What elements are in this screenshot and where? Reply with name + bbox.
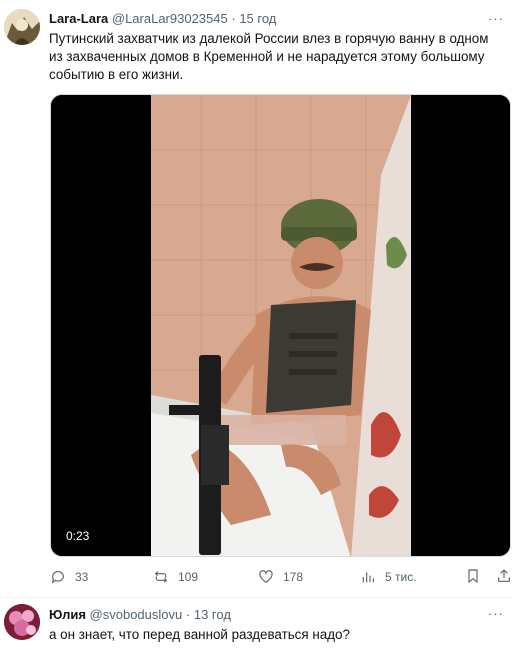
reply-button[interactable]: 33: [50, 566, 88, 588]
video-player[interactable]: 0:23: [50, 94, 511, 557]
reply-author-avatar[interactable]: [4, 604, 40, 640]
reply-header: Юлия @svoboduslovu · 13 год: [49, 607, 231, 623]
views-count: 5 тис.: [385, 570, 417, 584]
views-button[interactable]: 5 тис.: [360, 566, 417, 588]
bookmark-button[interactable]: [465, 568, 481, 587]
video-duration: 0:23: [63, 528, 93, 544]
reply-count: 33: [75, 570, 89, 584]
tweet-header: Lara-Lara @LaraLar93023545 · 15 год: [49, 11, 482, 27]
repost-icon: [154, 571, 168, 583]
tweet[interactable]: Lara-Lara @LaraLar93023545 · 15 год ··· …: [0, 0, 512, 598]
reply-author-name[interactable]: Юлия: [49, 607, 86, 622]
more-options-icon[interactable]: ···: [488, 11, 504, 26]
reply-time[interactable]: 13 год: [194, 607, 231, 622]
pink-flower-avatar-icon: [4, 604, 40, 640]
repost-button[interactable]: 109: [153, 566, 198, 588]
reply-author-handle[interactable]: @svoboduslovu: [90, 607, 183, 622]
like-icon: [259, 570, 273, 584]
like-count: 178: [283, 570, 304, 584]
tweet-actions: 33 109 178 5 тис.: [50, 566, 510, 588]
video-frame: [51, 95, 510, 556]
share-button[interactable]: [496, 568, 512, 587]
author-avatar[interactable]: [4, 9, 40, 45]
views-icon: [362, 572, 374, 583]
header-separator: ·: [231, 11, 236, 26]
share-icon: [498, 569, 510, 582]
reply-icon: [51, 571, 64, 584]
reply-more-options-icon[interactable]: ···: [488, 606, 504, 621]
reply-header-separator: ·: [185, 607, 191, 622]
portrait-avatar-icon: [4, 9, 40, 45]
repost-count: 109: [178, 570, 199, 584]
tweet-text: Путинский захватчик из далекой России вл…: [49, 31, 489, 82]
author-handle[interactable]: @LaraLar93023545: [112, 11, 228, 26]
author-name[interactable]: Lara-Lara: [49, 11, 108, 26]
like-button[interactable]: 178: [258, 566, 303, 588]
reply-tweet[interactable]: Юлия @svoboduslovu · 13 год ··· а он зна…: [0, 599, 512, 653]
tweet-time[interactable]: 15 год: [239, 11, 276, 26]
reply-text: а он знает, что перед ванной раздеваться…: [49, 627, 350, 642]
bookmark-icon: [468, 569, 478, 584]
